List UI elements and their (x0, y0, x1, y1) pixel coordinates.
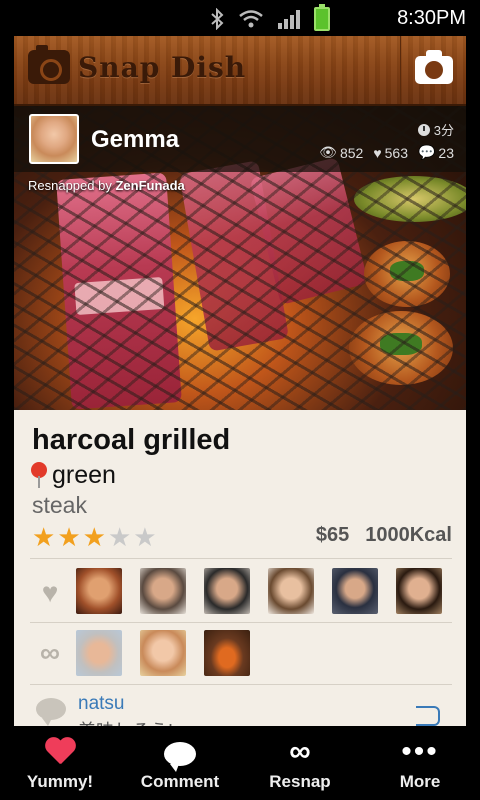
app-logo: Snap Dish (28, 45, 247, 84)
comment-small-icon: 💬 (417, 144, 436, 160)
price: $65 (315, 524, 350, 546)
reply-icon[interactable] (416, 706, 440, 726)
status-bar: 8:30PM (0, 0, 480, 36)
commenter-name[interactable]: natsu (78, 693, 124, 715)
clock-icon (417, 123, 430, 136)
divider (30, 558, 452, 559)
eye-icon: 👁 (319, 144, 337, 160)
star-icon: ★ (107, 522, 132, 552)
author-name[interactable]: Gemma (91, 126, 179, 154)
liker-avatar[interactable] (76, 568, 122, 614)
camera-icon (414, 50, 453, 84)
resnap-button[interactable]: ∞ Resnap (240, 726, 360, 800)
time-ago: 3分 (433, 123, 454, 138)
app-header: Snap Dish (14, 36, 466, 106)
star-rating: ★ ★ ★ ★ ★ (32, 524, 157, 550)
logo-camera-icon (28, 45, 70, 84)
dish-card: Gemma 3分 👁 852 ♥ 563 💬 23 Resnapped by ZenF… (14, 106, 466, 726)
bluetooth-icon (210, 7, 224, 31)
comment-text: 美味しそう! (78, 717, 173, 726)
like-count: 563 (384, 144, 408, 161)
signal-strength-icon (278, 9, 300, 29)
liker-avatar[interactable] (396, 568, 442, 614)
divider (30, 684, 452, 685)
liker-avatar[interactable] (332, 568, 378, 614)
resnapper-avatar[interactable] (204, 630, 250, 676)
divider (30, 622, 452, 623)
bottom-nav: Yummy! Comment ∞ Resnap ••• More (0, 726, 480, 800)
clock: 8:30PM (397, 7, 466, 29)
location[interactable]: green (28, 460, 116, 490)
post-stats: 👁 852 ♥ 563 💬 23 (319, 144, 454, 161)
comment-button[interactable]: Comment (120, 726, 240, 800)
resnapped-by: Resnapped by ZenFunada (28, 178, 185, 193)
calories: 1000Kcal (365, 524, 452, 546)
resnapper-name[interactable]: ZenFunada (115, 178, 184, 193)
heart-small-icon: ♥ (373, 144, 382, 161)
more-button[interactable]: ••• More (360, 726, 480, 800)
star-icon: ★ (82, 522, 106, 552)
yummy-button[interactable]: Yummy! (0, 726, 120, 800)
liker-avatar[interactable] (140, 568, 186, 614)
more-dots-icon: ••• (401, 735, 439, 768)
comment-icon (164, 742, 196, 772)
app-name: Snap Dish (78, 50, 247, 84)
camera-button[interactable] (400, 36, 466, 104)
resnapper-avatar[interactable] (140, 630, 186, 676)
dish-photo[interactable]: Gemma 3分 👁 852 ♥ 563 💬 23 Resnapped by ZenF… (14, 106, 466, 410)
dish-title: harcoal grilled (32, 424, 231, 456)
star-icon: ★ (57, 522, 81, 552)
view-count: 852 (339, 144, 364, 161)
liker-avatar[interactable] (204, 568, 250, 614)
post-author-bar: Gemma 3分 👁 852 ♥ 563 💬 23 (14, 106, 466, 172)
star-icon: ★ (32, 522, 56, 552)
battery-icon (314, 4, 330, 31)
map-pin-icon (28, 460, 50, 490)
avatar[interactable] (29, 114, 79, 164)
resnapper-avatar[interactable] (76, 630, 122, 676)
dish-subtitle: steak (32, 492, 87, 518)
liker-avatar[interactable] (268, 568, 314, 614)
infinity-icon: ∞ (40, 637, 60, 668)
wifi-icon (238, 9, 264, 29)
heart-icon: ♥ (41, 577, 59, 608)
location-name: green (52, 460, 116, 489)
star-icon: ★ (133, 522, 157, 552)
likers-list (76, 568, 442, 614)
infinity-icon: ∞ (289, 735, 311, 768)
comment-icon (36, 698, 66, 726)
resnappers-list (76, 630, 250, 676)
comment-count: 23 (438, 144, 454, 161)
heart-icon (44, 738, 76, 766)
